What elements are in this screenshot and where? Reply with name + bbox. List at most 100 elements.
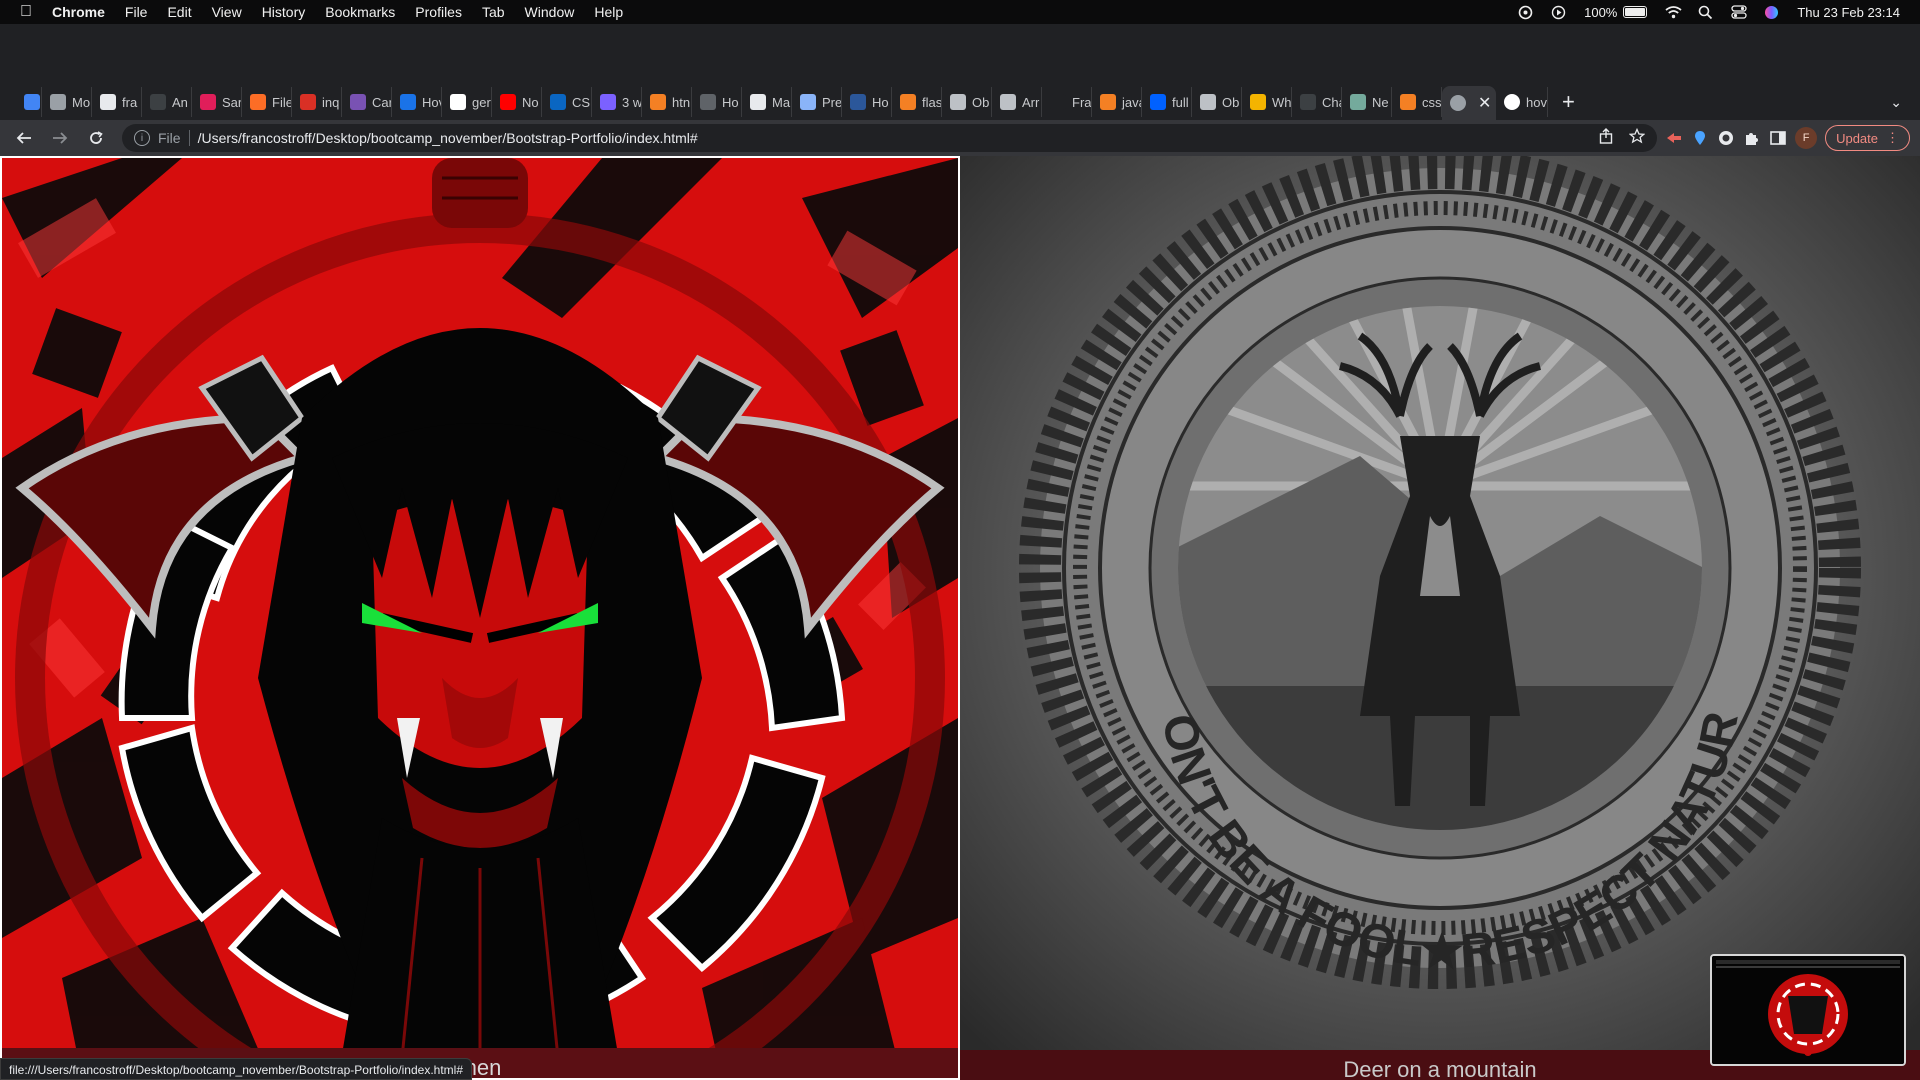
portfolio-card-deer[interactable]: DON'T BE A FOOL★RESPECT NATURE Deer on a… [960,156,1920,1080]
macos-menubar:  Chrome File Edit View History Bookmark… [0,0,1920,24]
browser-tab[interactable]: No [492,87,542,117]
browser-tab[interactable]: Fra [1042,87,1092,117]
browser-tab[interactable]: Ne [1342,87,1392,117]
menu-app-name[interactable]: Chrome [52,0,115,24]
browser-tab[interactable]: java [1092,87,1142,117]
menu-profiles[interactable]: Profiles [405,0,472,24]
tab-title: Arr [1022,94,1040,110]
menu-window[interactable]: Window [515,0,585,24]
tab-favicon-icon [700,94,716,110]
menu-file[interactable]: File [115,0,158,24]
browser-tab[interactable]: Ob [942,87,992,117]
browser-tab[interactable]: Ho [842,87,892,117]
extension-arrow-icon[interactable] [1665,129,1683,147]
siri-icon[interactable] [1764,5,1779,20]
menubar-clock[interactable]: Thu 23 Feb 23:14 [1797,5,1900,20]
apple-menu-icon[interactable]:  [0,3,52,21]
browser-tab[interactable]: Pre [792,87,842,117]
tab-favicon-icon [1000,94,1016,110]
url-scheme-chip[interactable]: File [158,130,190,146]
browser-tab[interactable]: Mo [42,87,92,117]
browser-tab[interactable]: htn [642,87,692,117]
tab-title: hov [1526,94,1547,110]
tab-title: File [272,94,292,110]
extension-pin-icon[interactable] [1691,129,1709,147]
tab-favicon-icon [500,94,516,110]
tab-title: Hov [422,94,441,110]
close-tab-icon[interactable]: ✕ [1478,93,1491,113]
tab-title: Ma [772,94,791,110]
share-icon[interactable] [1599,128,1613,148]
spotlight-search-icon[interactable] [1698,5,1713,20]
tab-favicon-icon [1400,94,1416,110]
browser-tab[interactable]: full [1142,87,1192,117]
portfolio-card-orc[interactable]: men [0,156,960,1080]
browser-tab[interactable]: Hov [392,87,442,117]
update-button-label: Update [1836,130,1878,146]
browser-tab[interactable]: Arr [992,87,1042,117]
browser-tab[interactable]: Ma [742,87,792,117]
tab-title: Wh [1272,94,1292,110]
browser-tab[interactable]: ger [442,87,492,117]
reload-icon[interactable] [82,124,110,152]
menu-view[interactable]: View [202,0,252,24]
browser-tab[interactable]: Ob [1192,87,1242,117]
browser-tab[interactable]: Ho [692,87,742,117]
profile-avatar[interactable]: F [1795,127,1818,149]
kebab-menu-icon[interactable]: ⋮ [1886,130,1899,146]
browser-tab[interactable]: Cha [1292,87,1342,117]
tab-search-chevron-icon[interactable]: ⌄ [1890,94,1902,111]
menu-tab[interactable]: Tab [472,0,515,24]
menu-history[interactable]: History [252,0,316,24]
menu-edit[interactable]: Edit [157,0,201,24]
address-bar[interactable]: i File /Users/francostroff/Desktop/bootc… [122,124,1658,152]
forward-arrow-icon[interactable] [46,124,74,152]
wifi-icon[interactable] [1665,5,1682,20]
tab-favicon-icon [600,94,616,110]
update-button[interactable]: Update ⋮ [1825,125,1910,151]
window-title-area [0,24,1920,84]
tab-favicon-icon [1300,94,1316,110]
globe-favicon-icon [1450,95,1466,111]
tab-title: Fra [1072,94,1092,110]
browser-tab[interactable]: CS [542,87,592,117]
browser-tab[interactable]: File [242,87,292,117]
browser-tab[interactable]: 3 w [592,87,642,117]
browser-tab[interactable]: An [142,87,192,117]
browser-tab[interactable]: fra [92,87,142,117]
extension-circle-icon[interactable] [1717,129,1735,147]
side-panel-icon[interactable] [1769,129,1787,147]
pip-video-thumbnail[interactable] [1710,954,1906,1066]
back-arrow-icon[interactable] [10,124,38,152]
extensions-puzzle-icon[interactable] [1743,129,1761,147]
browser-tab[interactable]: Sar [192,87,242,117]
tab-favicon-icon [1050,94,1066,110]
tab-favicon-icon [650,94,666,110]
browser-tab[interactable]: flas [892,87,942,117]
menu-bookmarks[interactable]: Bookmarks [315,0,405,24]
control-center-icon[interactable] [1731,4,1748,20]
new-tab-plus-icon[interactable]: + [1562,89,1575,115]
menu-help[interactable]: Help [584,0,633,24]
browser-tab[interactable]: Car [342,87,392,117]
browser-tab[interactable] [16,87,42,117]
tab-title: htn [672,94,691,110]
tab-title: Sar [222,94,242,110]
browser-tab[interactable]: css [1392,87,1442,117]
bookmark-star-icon[interactable] [1628,127,1646,148]
tab-favicon-icon [200,94,216,110]
battery-status[interactable]: 100% [1584,5,1648,20]
url-text[interactable]: /Users/francostroff/Desktop/bootcamp_nov… [198,130,698,146]
browser-tab[interactable]: hov [1496,87,1548,117]
tab-title: inq [322,94,340,110]
active-browser-tab[interactable]: ✕ [1442,86,1496,120]
tab-favicon-icon [24,94,40,110]
tab-title: Car [372,94,392,110]
browser-tab[interactable]: inq [292,87,342,117]
play-tray-icon[interactable] [1551,5,1566,20]
tab-favicon-icon [1150,94,1166,110]
site-info-icon[interactable]: i [134,130,150,146]
grammarly-tray-icon[interactable] [1518,5,1533,20]
tab-title: fra [122,94,138,110]
browser-tab[interactable]: Wh [1242,87,1292,117]
